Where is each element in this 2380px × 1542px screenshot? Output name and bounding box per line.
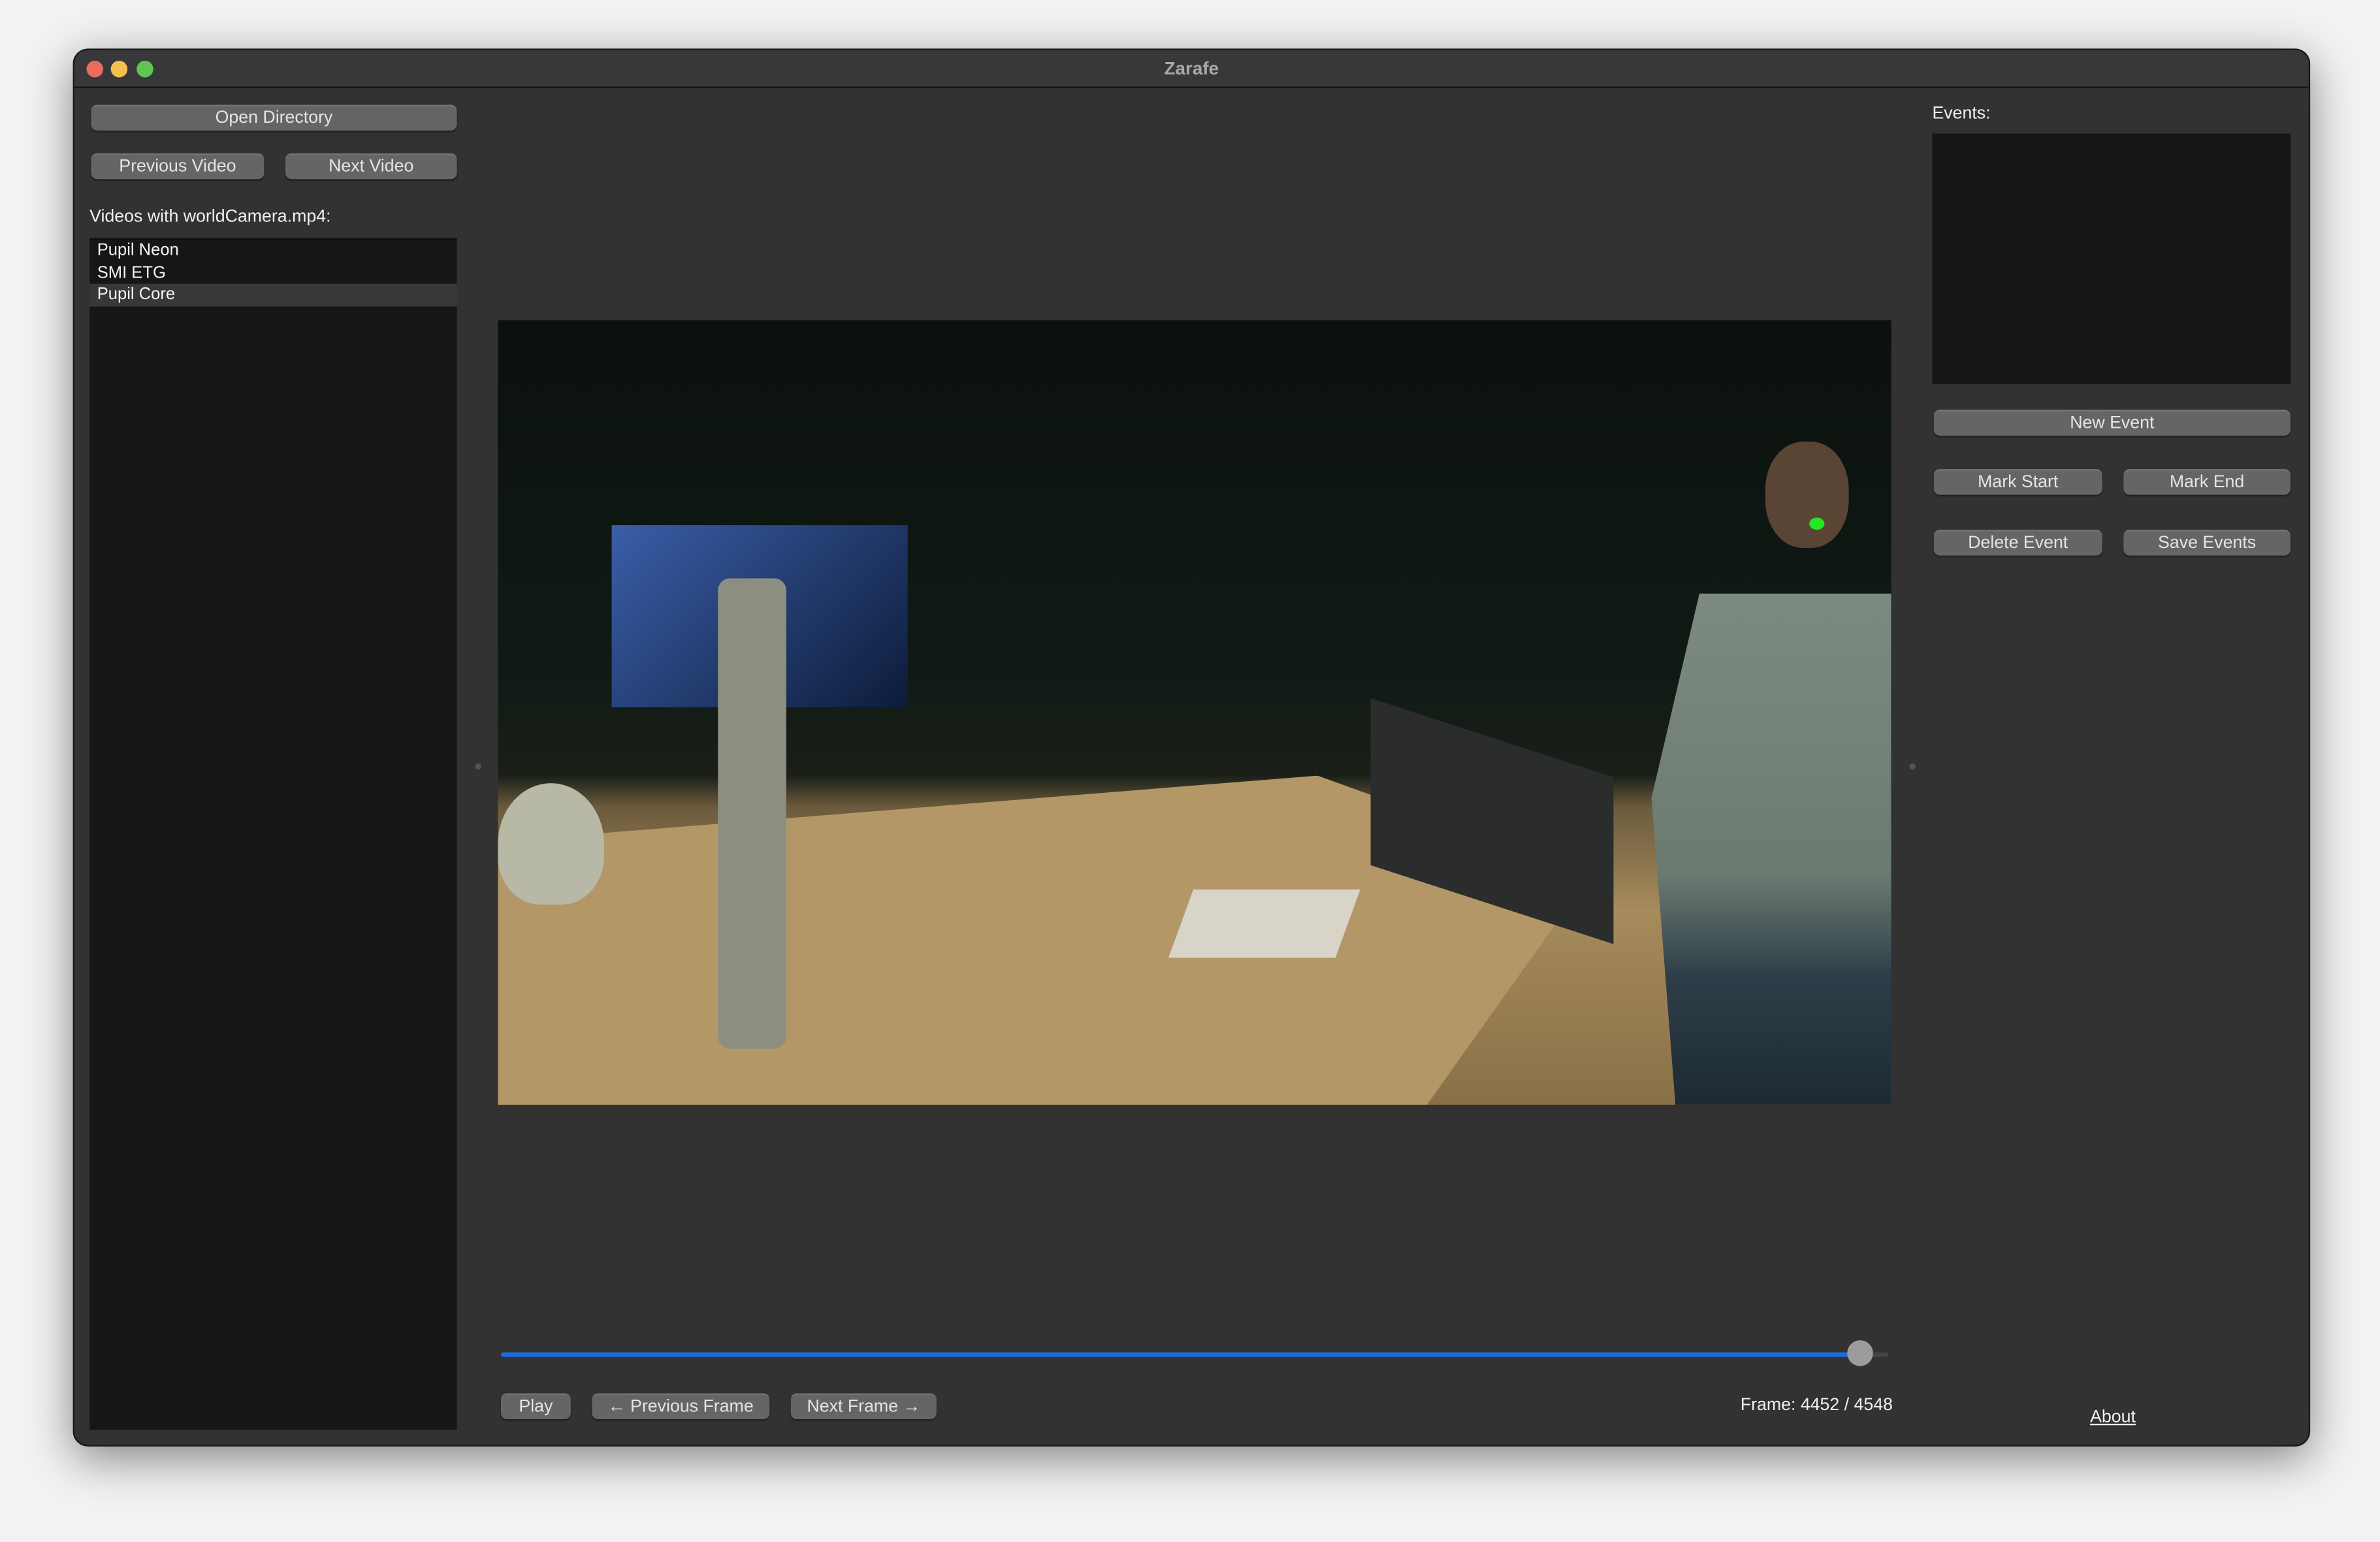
delete-event-button[interactable]: Delete Event xyxy=(1933,530,2102,556)
video-frame xyxy=(498,320,1891,1105)
open-directory-button[interactable]: Open Directory xyxy=(91,104,457,131)
window-title: Zarafe xyxy=(1164,57,1219,79)
next-frame-button[interactable]: Next Frame → xyxy=(790,1393,937,1419)
frame-counter: Frame: 4452 / 4548 xyxy=(1740,1396,1893,1415)
list-item[interactable]: Pupil Neon xyxy=(89,240,457,262)
play-button[interactable]: Play xyxy=(500,1393,571,1419)
previous-video-button[interactable]: Previous Video xyxy=(91,153,265,180)
frame-slider[interactable] xyxy=(500,1340,1889,1366)
mark-end-button[interactable]: Mark End xyxy=(2123,469,2291,495)
slider-fill xyxy=(500,1352,1859,1357)
save-events-button[interactable]: Save Events xyxy=(2123,530,2291,556)
mark-start-button[interactable]: Mark Start xyxy=(1933,469,2102,495)
videos-label: Videos with worldCamera.mp4: xyxy=(89,208,331,227)
events-list[interactable] xyxy=(1932,133,2291,384)
next-video-button[interactable]: Next Video xyxy=(285,153,457,180)
title-bar: Zarafe xyxy=(74,50,2309,88)
list-item[interactable]: SMI ETG xyxy=(89,262,457,284)
new-event-button[interactable]: New Event xyxy=(1933,410,2291,436)
about-link[interactable]: About xyxy=(2048,1409,2178,1427)
app-window: Zarafe Open Directory Previous Video Nex… xyxy=(72,48,2311,1447)
microscope-arm xyxy=(718,578,786,1049)
splitter-handle-left[interactable] xyxy=(475,763,481,770)
slider-handle[interactable] xyxy=(1846,1340,1873,1366)
box xyxy=(1168,889,1360,958)
gaze-marker xyxy=(1809,517,1825,530)
splitter-handle-right[interactable] xyxy=(1909,763,1916,770)
person xyxy=(1651,593,1891,1105)
events-label: Events: xyxy=(1932,104,1991,123)
lamp-shade xyxy=(498,783,604,905)
list-item-selected[interactable]: Pupil Core xyxy=(89,283,457,306)
person-head xyxy=(1765,442,1849,548)
video-list[interactable]: Pupil Neon SMI ETG Pupil Core xyxy=(89,238,457,1430)
previous-frame-button[interactable]: ← Previous Frame xyxy=(592,1393,770,1419)
